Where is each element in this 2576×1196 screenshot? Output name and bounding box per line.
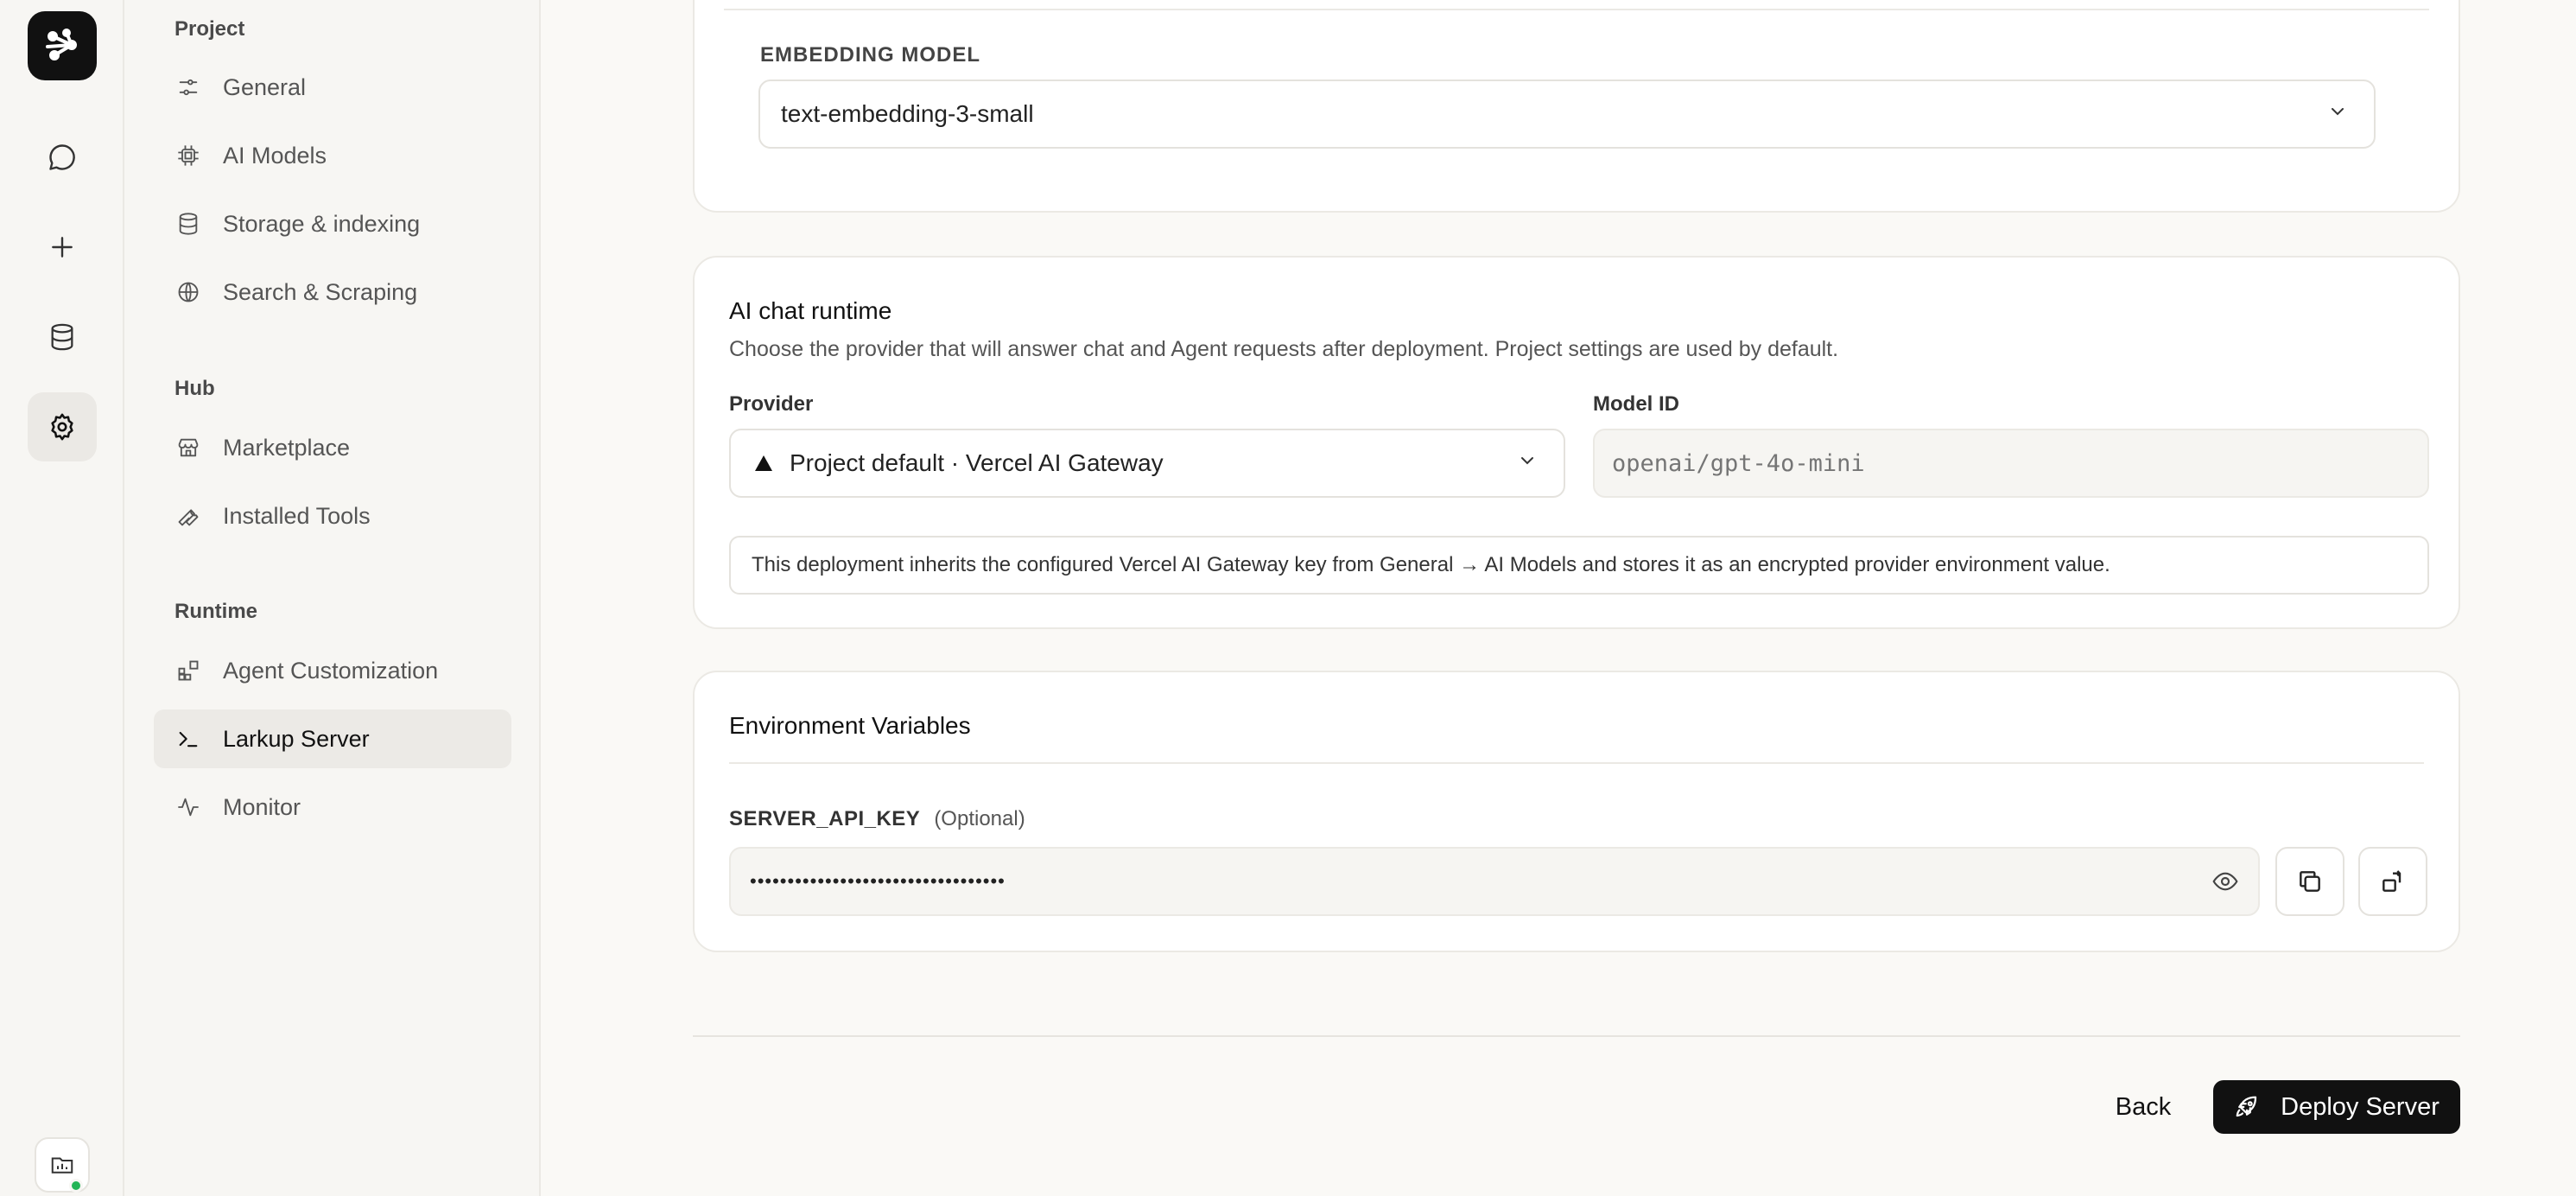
model-id-input[interactable] [1593, 429, 2429, 498]
sidebar-item-label: Storage & indexing [223, 210, 421, 237]
database-icon [174, 210, 202, 238]
icon-rail [0, 0, 124, 1196]
embedding-model-label: EMBEDDING MODEL [760, 43, 980, 67]
runtime-title: AI chat runtime [729, 297, 892, 324]
sidebar-item-search[interactable]: Search & Scraping [154, 263, 511, 321]
runtime-card: AI chat runtime Choose the provider that… [693, 256, 2460, 629]
embedding-model-value: text-embedding-3-small [781, 100, 1034, 127]
gateway-notice: This deployment inherits the configured … [729, 536, 2429, 595]
status-button[interactable] [35, 1137, 90, 1193]
optional-label: (Optional) [934, 807, 1025, 830]
copy-icon [2300, 871, 2320, 892]
key-rotate-icon [2382, 870, 2402, 892]
chat-icon [49, 144, 75, 170]
server-api-key-input[interactable]: •••••••••••••••••••••••••••••••••• [729, 847, 2260, 916]
provider-select[interactable]: Project default · Vercel AI Gateway [729, 429, 1565, 498]
logo-icon [46, 29, 77, 60]
sidebar-item-ai-models[interactable]: AI Models [154, 126, 511, 185]
sidebar-item-larkup-server[interactable]: Larkup Server [154, 709, 511, 768]
deploy-server-label: Deploy Server [2281, 1092, 2440, 1121]
model-id-label: Model ID [1593, 392, 1679, 416]
vercel-triangle-icon [753, 454, 774, 473]
settings-rail-button[interactable] [28, 392, 97, 461]
server-api-key-label-row: SERVER_API_KEY (Optional) [729, 807, 1025, 831]
embedding-model-select[interactable]: text-embedding-3-small [758, 80, 2376, 149]
runtime-description: Choose the provider that will answer cha… [729, 337, 1839, 361]
provider-value: Project default · Vercel AI Gateway [790, 449, 1164, 476]
sidebar-item-general[interactable]: General [154, 58, 511, 117]
sidebar-item-label: Marketplace [223, 434, 351, 461]
sidebar-item-label: Larkup Server [223, 725, 370, 752]
sliders-icon [174, 73, 202, 101]
chip-icon [174, 142, 202, 169]
divider [724, 9, 2429, 10]
sidebar-item-installed-tools[interactable]: Installed Tools [154, 487, 511, 545]
app-logo[interactable] [28, 11, 97, 80]
plus-icon [52, 237, 73, 258]
back-button[interactable]: Back [2099, 1080, 2187, 1134]
server-api-key-value: •••••••••••••••••••••••••••••••••• [750, 870, 1006, 892]
rocket-icon [2234, 1094, 2260, 1120]
section-title-hub: Hub [174, 377, 215, 400]
section-title-runtime: Runtime [174, 600, 257, 623]
deploy-server-button[interactable]: Deploy Server [2213, 1080, 2460, 1134]
env-card: Environment Variables SERVER_API_KEY (Op… [693, 671, 2460, 952]
store-icon [174, 434, 202, 461]
globe-icon [174, 278, 202, 306]
provider-label: Provider [729, 392, 814, 416]
sidebar-item-label: Installed Tools [223, 502, 371, 529]
chevron-down-icon [2327, 100, 2348, 128]
chat-rail-button[interactable] [28, 123, 97, 192]
wrench-icon [174, 502, 202, 530]
footer-divider [693, 1035, 2460, 1037]
eye-icon[interactable] [2211, 868, 2239, 895]
new-rail-button[interactable] [28, 213, 97, 282]
chevron-down-icon [1517, 449, 1538, 477]
sidebar-item-label: Agent Customization [223, 657, 439, 684]
settings-sidebar: Project General AI Models Storage & inde… [124, 0, 541, 1196]
sidebar-item-label: AI Models [223, 142, 327, 169]
divider [729, 762, 2424, 764]
env-title: Environment Variables [729, 712, 971, 739]
sidebar-item-label: General [223, 73, 307, 100]
blocks-icon [174, 657, 202, 684]
sidebar-item-storage[interactable]: Storage & indexing [154, 194, 511, 253]
sidebar-item-agent-customization[interactable]: Agent Customization [154, 641, 511, 700]
embedding-card: EMBEDDING MODEL text-embedding-3-small [693, 0, 2460, 213]
folder-chart-icon [51, 1157, 73, 1174]
activity-icon [174, 793, 202, 821]
server-api-key-label: SERVER_API_KEY [729, 807, 921, 830]
database-rail-button[interactable] [28, 302, 97, 372]
sidebar-item-label: Search & Scraping [223, 278, 418, 305]
sidebar-item-label: Monitor [223, 793, 301, 820]
database-icon [51, 323, 73, 351]
sidebar-item-marketplace[interactable]: Marketplace [154, 418, 511, 477]
regenerate-key-button[interactable] [2358, 847, 2427, 916]
terminal-icon [174, 725, 202, 753]
section-title-project: Project [174, 17, 245, 41]
sidebar-item-monitor[interactable]: Monitor [154, 778, 511, 837]
gear-icon [51, 413, 73, 441]
online-status-dot [69, 1179, 83, 1193]
copy-button[interactable] [2275, 847, 2344, 916]
